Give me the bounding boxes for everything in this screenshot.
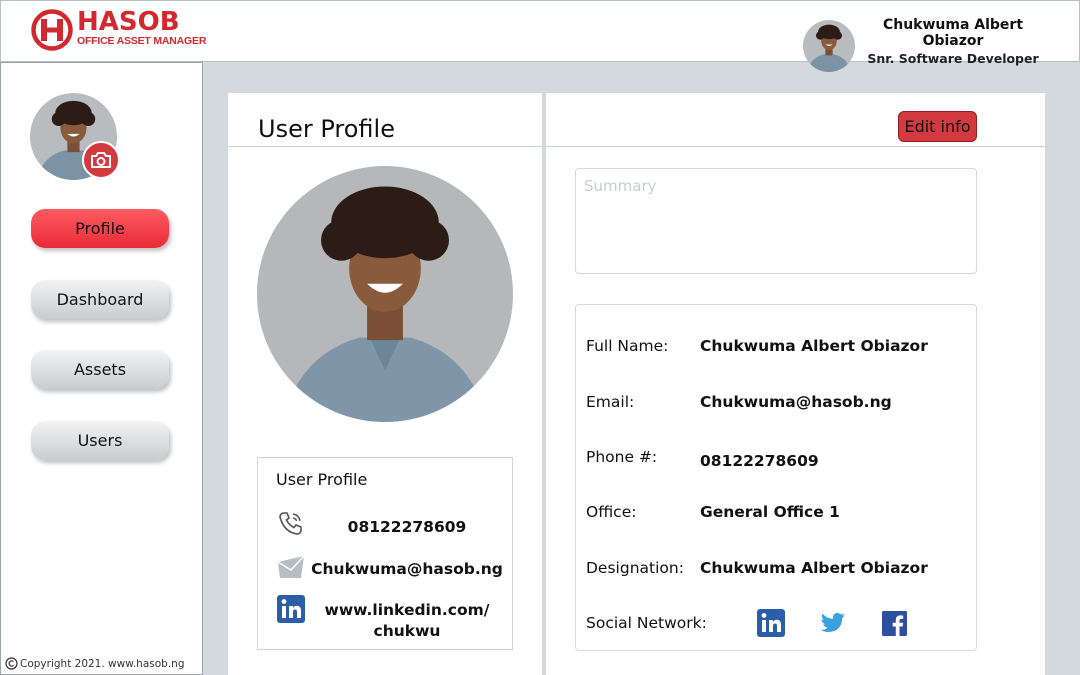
contact-email[interactable]: Chukwuma@hasob.ng	[308, 560, 506, 578]
brand-tagline: OFFICE ASSET MANAGER	[77, 35, 207, 47]
header-user-role: Snr. Software Developer	[867, 51, 1039, 66]
email-icon	[277, 555, 305, 578]
details-panel: Edit info Full Name: Chukwuma Albert Obi…	[546, 93, 1045, 675]
sidebar-item-dashboard[interactable]: Dashboard	[31, 280, 169, 319]
detail-label: Social Network:	[586, 614, 707, 632]
copyright: Copyright 2021. www.hasob.ng	[5, 657, 184, 670]
camera-icon	[91, 152, 111, 168]
detail-value: 08122278609	[700, 452, 819, 470]
contact-phone: 08122278609	[347, 518, 467, 536]
change-photo-button[interactable]	[82, 141, 120, 179]
sidebar-item-assets[interactable]: Assets	[31, 350, 169, 389]
detail-value: Chukwuma Albert Obiazor	[700, 337, 928, 355]
contact-linkedin[interactable]: www.linkedin.com/ chukwu	[308, 600, 506, 642]
detail-value: Chukwuma@hasob.ng	[700, 393, 892, 411]
details-card: Full Name: Chukwuma Albert Obiazor Email…	[575, 304, 977, 651]
linkedin-icon[interactable]	[276, 594, 306, 624]
divider	[228, 146, 542, 147]
sidebar-item-users[interactable]: Users	[31, 421, 169, 460]
detail-value: General Office 1	[700, 503, 840, 521]
copyright-text: Copyright 2021. www.hasob.ng	[20, 657, 185, 670]
divider	[546, 146, 1045, 147]
twitter-icon[interactable]	[819, 610, 847, 636]
edit-info-button[interactable]: Edit info	[898, 111, 977, 142]
contact-phone-row: 08122278609	[258, 508, 512, 538]
contact-email-row: Chukwuma@hasob.ng	[258, 552, 512, 582]
detail-label: Full Name:	[586, 337, 669, 355]
linkedin-icon[interactable]	[756, 608, 786, 638]
facebook-icon[interactable]	[881, 610, 907, 636]
header-user-name: Chukwuma Albert Obiazor	[882, 17, 1024, 49]
sidebar: Profile Dashboard Assets Users Copyright…	[0, 62, 203, 675]
profile-panel: User Profile User Profile 08122278609 Ch…	[228, 93, 542, 675]
brand-logo[interactable]: HASOB OFFICE ASSET MANAGER	[31, 9, 206, 51]
logo-mark-icon	[31, 9, 75, 51]
detail-label: Email:	[586, 393, 635, 411]
detail-label: Designation:	[586, 559, 684, 577]
sidebar-item-profile[interactable]: Profile	[31, 209, 169, 248]
detail-label: Office:	[586, 503, 637, 521]
contact-card-title: User Profile	[276, 470, 368, 489]
detail-value: Chukwuma Albert Obiazor	[700, 559, 928, 577]
phone-icon	[279, 512, 302, 535]
header-avatar[interactable]	[803, 20, 855, 72]
summary-input[interactable]	[575, 168, 977, 274]
contact-linkedin-row: www.linkedin.com/ chukwu	[258, 594, 512, 644]
detail-label: Phone #:	[586, 448, 658, 466]
profile-photo	[257, 166, 513, 422]
brand-name: HASOB	[77, 7, 180, 37]
contact-card: User Profile 08122278609 Chukwuma@hasob.…	[257, 457, 513, 650]
page-title: User Profile	[258, 115, 395, 143]
top-bar: HASOB OFFICE ASSET MANAGER Chukwuma Albe…	[0, 0, 1080, 72]
copyright-icon	[5, 657, 18, 670]
